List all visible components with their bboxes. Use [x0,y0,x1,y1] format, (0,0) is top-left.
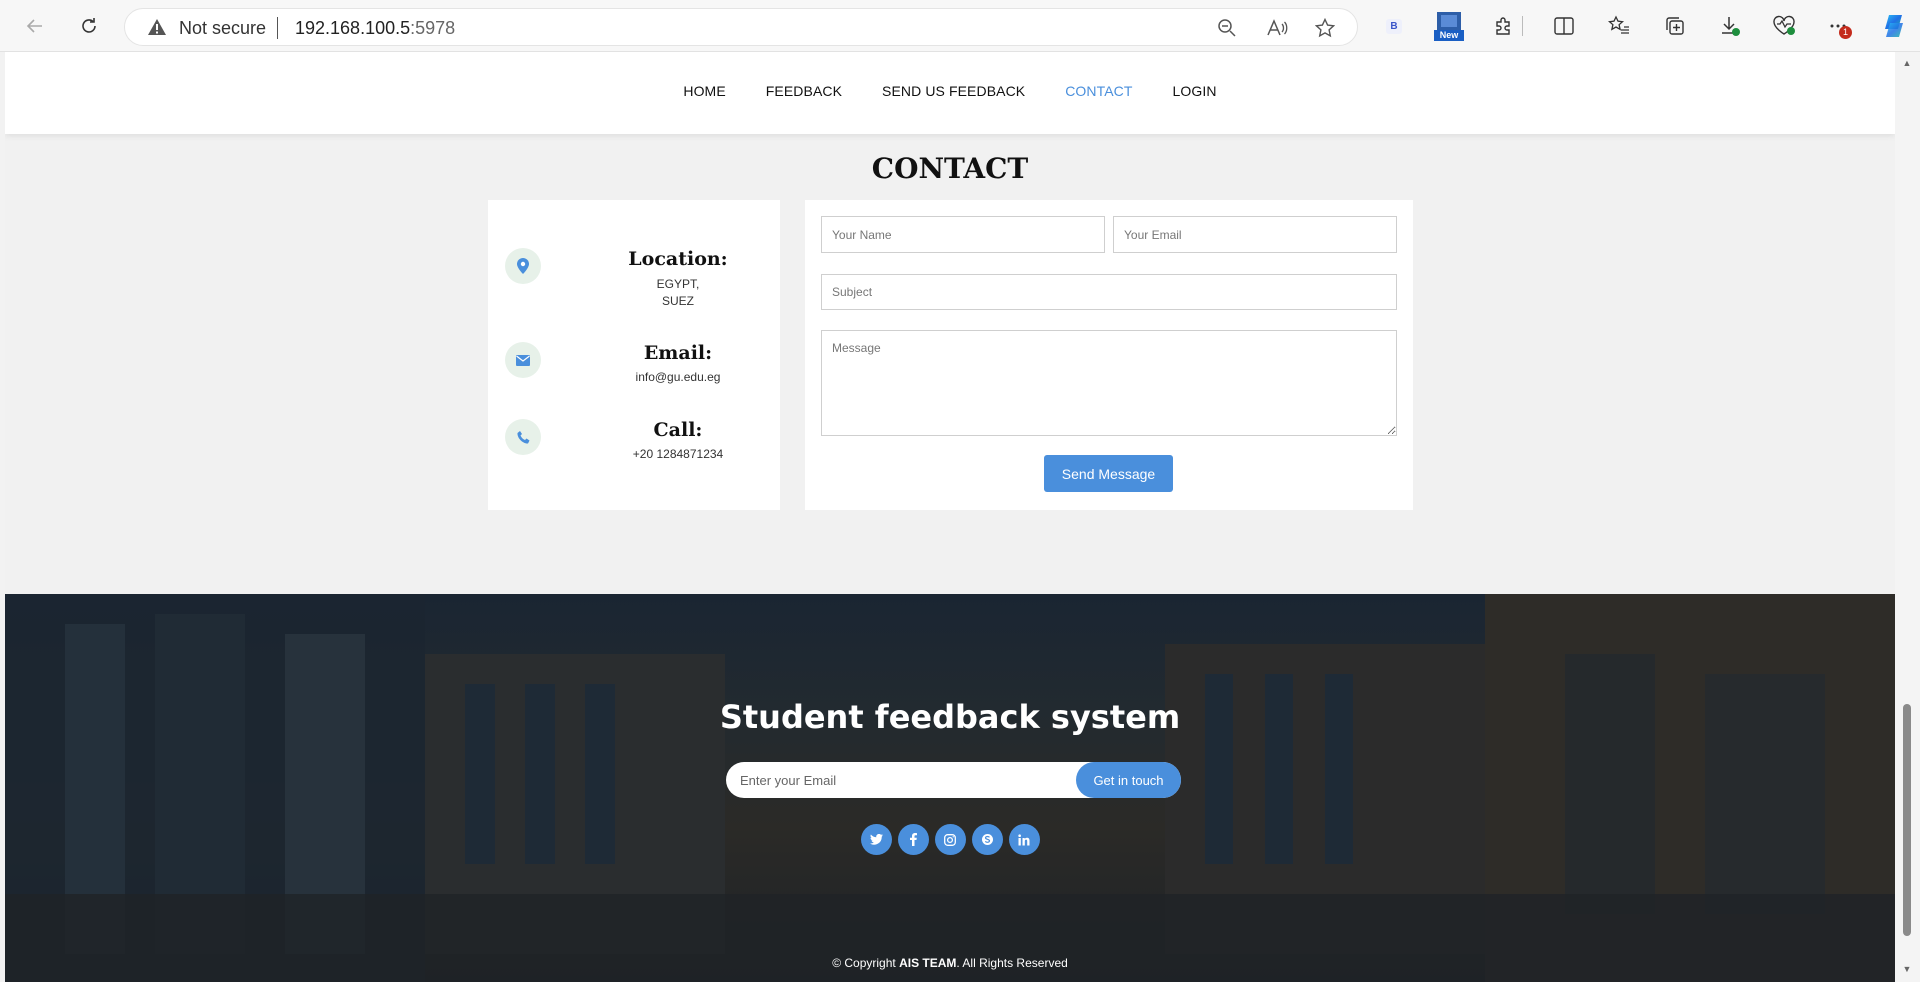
address-bar[interactable]: Not secure 192.168.100.5:5978 [124,8,1358,46]
linkedin-icon[interactable] [1008,824,1040,855]
map-marker-icon [505,248,541,284]
twitter-icon[interactable] [860,824,892,855]
location-heading: Location: [628,248,728,270]
nav-item-login[interactable]: LOGIN [1173,83,1217,99]
location-line-1: EGYPT, [656,277,700,291]
skype-icon[interactable] [971,824,1003,855]
new-badge: New [1434,30,1464,41]
get-in-touch-button[interactable]: Get in touch [1076,762,1181,798]
address-divider [277,17,278,39]
email-field[interactable] [1113,216,1397,253]
scrollbar-thumb[interactable] [1903,704,1911,936]
browser-essentials-icon[interactable] [1770,12,1798,40]
call-heading: Call: [653,419,703,441]
new-extension-icon[interactable]: New [1434,11,1464,41]
footer-title: Student feedback system [719,698,1181,736]
collections-icon[interactable] [1661,12,1689,40]
footer: Student feedback system Get in touch © C… [5,594,1895,982]
location-line-2: SUEZ [661,294,694,308]
read-aloud-icon[interactable] [1265,16,1289,40]
nav-menu: HOME FEEDBACK SEND US FEEDBACK CONTACT L… [5,83,1895,99]
envelope-icon [505,342,541,378]
extensions-puzzle-icon[interactable] [1490,12,1518,40]
page-scrollbar[interactable]: ▲ ▼ [1895,52,1920,982]
copyright-brand: AIS TEAM [899,956,957,970]
subscribe-form: Get in touch [726,762,1181,798]
top-navigation: HOME FEEDBACK SEND US FEEDBACK CONTACT L… [5,52,1895,134]
back-button[interactable] [19,10,51,42]
copyright-text: © Copyright AIS TEAM. All Rights Reserve… [5,956,1895,970]
copyright-prefix: © Copyright [832,956,900,970]
downloads-icon[interactable] [1716,12,1744,40]
favorite-star-icon[interactable] [1313,16,1337,40]
extension-b-icon[interactable]: B [1380,12,1408,40]
nav-item-feedback[interactable]: FEEDBACK [766,83,842,99]
scroll-up-arrow-icon[interactable]: ▲ [1902,58,1912,68]
zoom-out-icon[interactable] [1215,16,1239,40]
subscribe-email-input[interactable] [740,762,1060,798]
subject-field[interactable] [821,274,1397,310]
browser-toolbar: Not secure 192.168.100.5:5978 B New 1 [0,0,1920,52]
copyright-suffix: . All Rights Reserved [956,956,1068,970]
warning-icon[interactable] [147,18,167,41]
email-heading: Email: [643,342,713,364]
name-field[interactable] [821,216,1105,253]
reload-button[interactable] [73,10,105,42]
send-message-button[interactable]: Send Message [1044,455,1173,492]
arrow-left-icon [26,19,42,33]
scroll-down-arrow-icon[interactable]: ▼ [1902,964,1912,974]
phone-icon [505,419,541,455]
nav-item-contact[interactable]: CONTACT [1065,83,1132,99]
contact-form: Send Message [805,200,1413,510]
reload-icon [82,18,96,33]
contact-info-card: Location: EGYPT, SUEZ Email: info@gu.edu… [488,200,780,510]
more-options-icon[interactable]: 1 [1825,12,1853,40]
instagram-icon[interactable] [934,824,966,855]
extension-b-label: B [1386,18,1402,34]
toolbar-divider [1522,16,1523,36]
message-field[interactable] [821,330,1397,436]
favorites-list-icon[interactable] [1605,12,1633,40]
notification-badge: 1 [1839,26,1852,39]
section-title: CONTACT [871,152,1029,185]
facebook-icon[interactable] [897,824,929,855]
copilot-icon[interactable] [1878,10,1910,42]
url-port: :5978 [410,18,456,38]
nav-item-send-us-feedback[interactable]: SEND US FEEDBACK [882,83,1025,99]
security-label[interactable]: Not secure [179,18,266,39]
url-text[interactable]: 192.168.100.5:5978 [295,18,455,39]
call-value: +20 1284871234 [632,447,724,461]
split-screen-icon[interactable] [1550,12,1578,40]
url-host: 192.168.100.5 [295,18,411,38]
email-value: info@gu.edu.eg [635,370,721,384]
social-links [5,824,1895,855]
nav-item-home[interactable]: HOME [683,83,725,99]
page-viewport: HOME FEEDBACK SEND US FEEDBACK CONTACT L… [5,52,1895,982]
